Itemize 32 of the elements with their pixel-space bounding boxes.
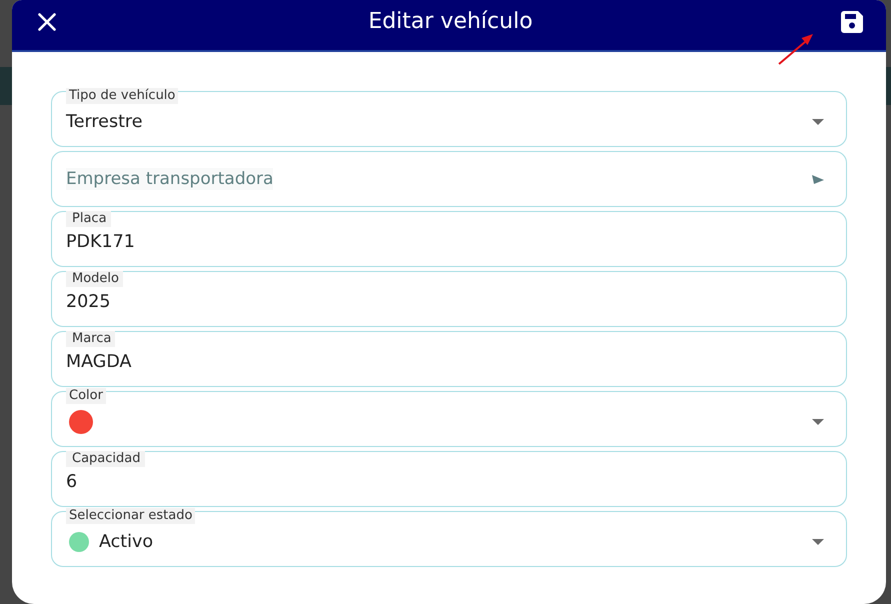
save-icon: [841, 11, 863, 33]
text-field[interactable]: Capacidad 6: [51, 451, 847, 507]
caret-icon: [812, 539, 824, 545]
dialog-title: Editar vehículo: [368, 8, 533, 36]
field-label: Capacidad: [66, 451, 144, 467]
caret-icon: [812, 419, 824, 425]
caret-icon: [812, 119, 824, 125]
caret-icon: [812, 174, 824, 184]
field-label: Placa: [66, 211, 111, 227]
field-value: PDK171: [66, 231, 135, 253]
field-value: Activo: [99, 531, 154, 553]
status-select-field[interactable]: Seleccionar estado Activo: [51, 511, 847, 567]
autocomplete-field[interactable]: Empresa transportadora: [51, 151, 847, 207]
text-field[interactable]: Marca MAGDA: [51, 331, 847, 387]
field-label: Seleccionar estado: [66, 508, 196, 524]
text-field[interactable]: Placa PDK171: [51, 211, 847, 267]
field-label: Modelo: [66, 271, 123, 287]
field-label: Marca: [66, 331, 116, 347]
field-value: MAGDA: [66, 351, 132, 373]
field-value: 6: [66, 471, 78, 493]
field-label: Color: [66, 388, 106, 404]
close-icon: [38, 13, 56, 31]
field-value: Terrestre: [66, 111, 143, 133]
save-button[interactable]: [841, 11, 863, 33]
text-field[interactable]: Modelo 2025: [51, 271, 847, 327]
close-button[interactable]: [38, 13, 56, 31]
field-value: 2025: [66, 291, 111, 313]
select-field[interactable]: Tipo de vehículo Terrestre: [51, 91, 847, 147]
pointer-arrow: [778, 34, 813, 65]
field-placeholder: Empresa transportadora: [66, 168, 274, 190]
field-label: Tipo de vehículo: [66, 88, 178, 104]
color-select-field[interactable]: Color: [51, 391, 847, 447]
